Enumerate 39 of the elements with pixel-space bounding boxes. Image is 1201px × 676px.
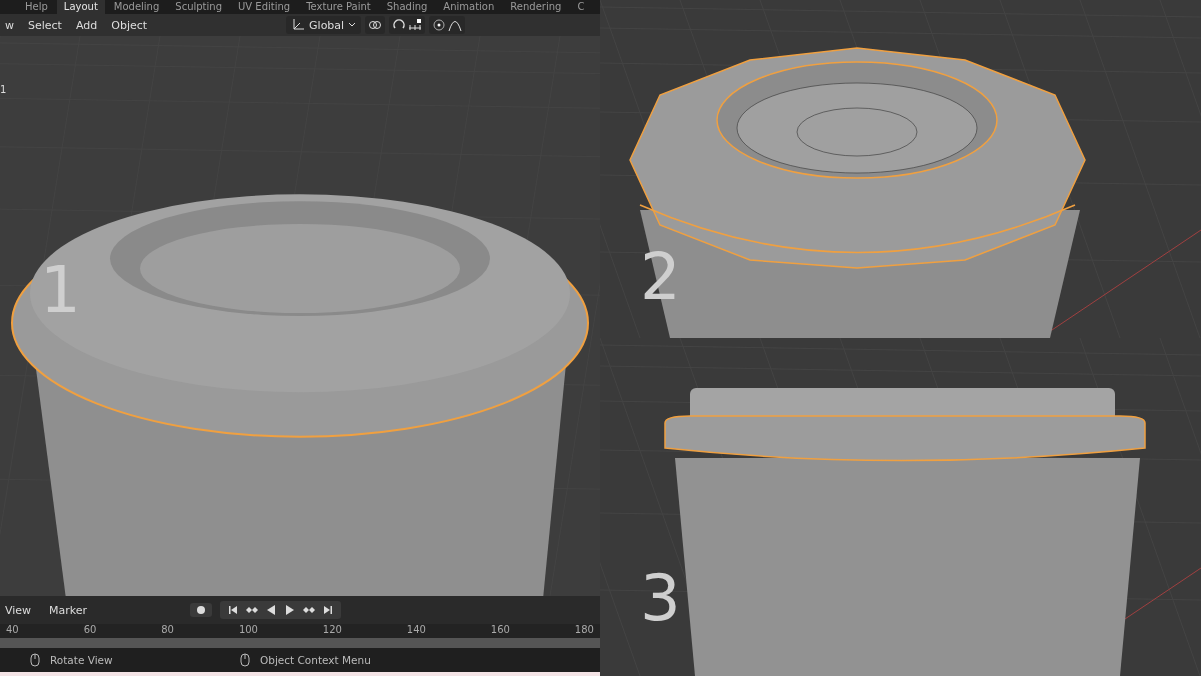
axes-icon — [291, 18, 306, 32]
caret-icon — [348, 21, 357, 29]
frame-number: 80 — [161, 624, 174, 636]
status-hint: Rotate View — [50, 654, 113, 666]
snap-increment-icon[interactable] — [408, 18, 423, 32]
frame-number: 160 — [490, 624, 510, 636]
menu-item[interactable]: Object — [106, 18, 153, 32]
mouse-icon — [240, 653, 250, 667]
frame-number: 100 — [238, 624, 258, 636]
record-icon — [196, 605, 207, 615]
workspace-tab[interactable]: Help — [18, 0, 55, 14]
workspace-tab[interactable]: Modeling — [106, 0, 167, 14]
mouse-icon — [30, 653, 40, 667]
menu-item[interactable]: Marker — [44, 603, 93, 617]
workspace-tab[interactable]: UV Editing — [231, 0, 298, 14]
menu-item[interactable]: w — [0, 18, 19, 32]
frame-number: 40 — [6, 624, 19, 636]
step-number: 3 — [640, 566, 681, 630]
frame-number: 180 — [574, 624, 594, 636]
status-hint: Object Context Menu — [260, 654, 371, 666]
frame-number: 140 — [406, 624, 426, 636]
frame-number: 60 — [83, 624, 97, 636]
workspace-tab[interactable]: Texture Paint — [299, 0, 378, 14]
collection-label: 1 — [0, 84, 7, 95]
workspace-tab[interactable]: Animation — [436, 0, 502, 14]
record-button[interactable] — [190, 603, 213, 617]
workspace-tab[interactable]: Sculpting — [168, 0, 229, 14]
frame-number: 120 — [322, 624, 342, 636]
workspace-tab[interactable]: Rendering — [503, 0, 569, 14]
menu-item[interactable]: Select — [23, 18, 67, 32]
pivot-icon[interactable] — [368, 18, 383, 32]
menu-item[interactable]: View — [0, 603, 37, 617]
menu-item[interactable]: Add — [70, 18, 103, 32]
falloff-curve-icon[interactable] — [448, 18, 463, 32]
transform-orientation-dropdown[interactable]: Global — [286, 16, 362, 34]
proportional-edit-icon[interactable] — [432, 18, 447, 32]
workspace-tab[interactable]: Shading — [379, 0, 435, 14]
workspace-tab[interactable]: Layout — [56, 0, 105, 14]
workspace-tab[interactable]: C — [570, 0, 592, 14]
